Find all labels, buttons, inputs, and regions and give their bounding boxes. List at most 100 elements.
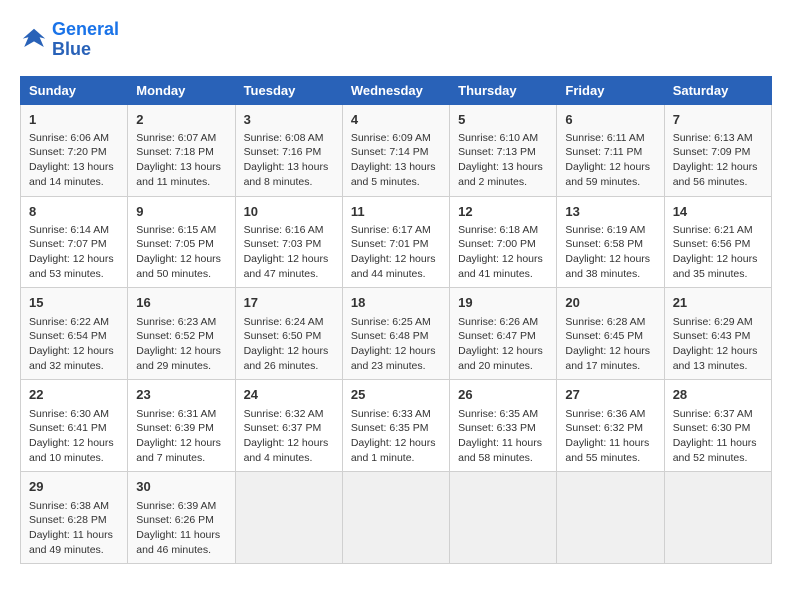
calendar-cell: 10 Sunrise: 6:16 AM Sunset: 7:03 PM Dayli… [235, 196, 342, 288]
day-number: 11 [351, 203, 441, 221]
day-number: 4 [351, 111, 441, 129]
day-number: 12 [458, 203, 548, 221]
day-info: Sunrise: 6:29 AM Sunset: 6:43 PM Dayligh… [673, 315, 763, 374]
column-header-sunday: Sunday [21, 76, 128, 104]
calendar-cell: 26Sunrise: 6:35 AM Sunset: 6:33 PM Dayli… [450, 380, 557, 472]
column-header-wednesday: Wednesday [342, 76, 449, 104]
day-number: 13 [565, 203, 655, 221]
day-info: Sunrise: 6:17 AM Sunset: 7:01 PM Dayligh… [351, 223, 441, 282]
calendar-cell: 16 Sunrise: 6:23 AM Sunset: 6:52 PM Dayli… [128, 288, 235, 380]
day-info: Sunrise: 6:11 AM Sunset: 7:11 PM Dayligh… [565, 131, 655, 190]
day-info: Sunrise: 6:06 AM Sunset: 7:20 PM Dayligh… [29, 131, 119, 190]
day-number: 16 [136, 294, 226, 312]
day-info: Sunrise: 6:07 AM Sunset: 7:18 PM Dayligh… [136, 131, 226, 190]
day-info: Sunrise: 6:39 AM Sunset: 6:26 PM Dayligh… [136, 499, 226, 558]
calendar-cell: 13 Sunrise: 6:19 AM Sunset: 6:58 PM Dayli… [557, 196, 664, 288]
calendar-cell: 24 Sunrise: 6:32 AM Sunset: 6:37 PM Dayli… [235, 380, 342, 472]
calendar-week-row: 8 Sunrise: 6:14 AM Sunset: 7:07 PM Daylig… [21, 196, 772, 288]
day-info: Sunrise: 6:31 AM Sunset: 6:39 PM Dayligh… [136, 407, 226, 466]
calendar-week-row: 29 Sunrise: 6:38 AM Sunset: 6:28 PM Dayli… [21, 472, 772, 564]
day-info: Sunrise: 6:26 AM Sunset: 6:47 PM Dayligh… [458, 315, 548, 374]
day-number: 5 [458, 111, 548, 129]
day-number: 29 [29, 478, 119, 496]
logo-text: General Blue [52, 20, 119, 60]
column-header-thursday: Thursday [450, 76, 557, 104]
column-header-tuesday: Tuesday [235, 76, 342, 104]
day-info: Sunrise: 6:30 AM Sunset: 6:41 PM Dayligh… [29, 407, 119, 466]
calendar-week-row: 1Sunrise: 6:06 AM Sunset: 7:20 PM Daylig… [21, 104, 772, 196]
day-info: Sunrise: 6:18 AM Sunset: 7:00 PM Dayligh… [458, 223, 548, 282]
calendar-cell: 12 Sunrise: 6:18 AM Sunset: 7:00 PM Dayli… [450, 196, 557, 288]
day-info: Sunrise: 6:16 AM Sunset: 7:03 PM Dayligh… [244, 223, 334, 282]
column-header-friday: Friday [557, 76, 664, 104]
calendar-cell [664, 472, 771, 564]
day-number: 2 [136, 111, 226, 129]
day-number: 24 [244, 386, 334, 404]
day-info: Sunrise: 6:24 AM Sunset: 6:50 PM Dayligh… [244, 315, 334, 374]
calendar-cell: 1Sunrise: 6:06 AM Sunset: 7:20 PM Daylig… [21, 104, 128, 196]
day-number: 18 [351, 294, 441, 312]
calendar-cell: 18 Sunrise: 6:25 AM Sunset: 6:48 PM Dayli… [342, 288, 449, 380]
column-header-monday: Monday [128, 76, 235, 104]
logo: General Blue [20, 20, 119, 60]
day-number: 6 [565, 111, 655, 129]
day-info: Sunrise: 6:09 AM Sunset: 7:14 PM Dayligh… [351, 131, 441, 190]
calendar-cell [342, 472, 449, 564]
calendar-cell: 2 Sunrise: 6:07 AM Sunset: 7:18 PM Daylig… [128, 104, 235, 196]
calendar-cell: 5 Sunrise: 6:10 AM Sunset: 7:13 PM Daylig… [450, 104, 557, 196]
day-info: Sunrise: 6:15 AM Sunset: 7:05 PM Dayligh… [136, 223, 226, 282]
day-number: 20 [565, 294, 655, 312]
day-number: 7 [673, 111, 763, 129]
day-info: Sunrise: 6:37 AM Sunset: 6:30 PM Dayligh… [673, 407, 763, 466]
calendar-cell: 3Sunrise: 6:08 AM Sunset: 7:16 PM Daylig… [235, 104, 342, 196]
calendar-cell: 19 Sunrise: 6:26 AM Sunset: 6:47 PM Dayli… [450, 288, 557, 380]
day-number: 30 [136, 478, 226, 496]
page-header: General Blue [20, 20, 772, 60]
day-info: Sunrise: 6:19 AM Sunset: 6:58 PM Dayligh… [565, 223, 655, 282]
calendar-header: SundayMondayTuesdayWednesdayThursdayFrid… [21, 76, 772, 104]
day-info: Sunrise: 6:14 AM Sunset: 7:07 PM Dayligh… [29, 223, 119, 282]
calendar-table: SundayMondayTuesdayWednesdayThursdayFrid… [20, 76, 772, 565]
day-info: Sunrise: 6:21 AM Sunset: 6:56 PM Dayligh… [673, 223, 763, 282]
calendar-cell [450, 472, 557, 564]
calendar-body: 1Sunrise: 6:06 AM Sunset: 7:20 PM Daylig… [21, 104, 772, 564]
day-number: 25 [351, 386, 441, 404]
day-info: Sunrise: 6:23 AM Sunset: 6:52 PM Dayligh… [136, 315, 226, 374]
calendar-cell: 4 Sunrise: 6:09 AM Sunset: 7:14 PM Daylig… [342, 104, 449, 196]
day-number: 9 [136, 203, 226, 221]
day-number: 10 [244, 203, 334, 221]
calendar-cell [557, 472, 664, 564]
day-number: 23 [136, 386, 226, 404]
day-number: 19 [458, 294, 548, 312]
calendar-cell: 14 Sunrise: 6:21 AM Sunset: 6:56 PM Dayli… [664, 196, 771, 288]
calendar-cell: 27Sunrise: 6:36 AM Sunset: 6:32 PM Dayli… [557, 380, 664, 472]
day-info: Sunrise: 6:38 AM Sunset: 6:28 PM Dayligh… [29, 499, 119, 558]
calendar-cell: 21 Sunrise: 6:29 AM Sunset: 6:43 PM Dayli… [664, 288, 771, 380]
day-number: 27 [565, 386, 655, 404]
calendar-cell: 30 Sunrise: 6:39 AM Sunset: 6:26 PM Dayli… [128, 472, 235, 564]
day-number: 21 [673, 294, 763, 312]
calendar-cell: 17 Sunrise: 6:24 AM Sunset: 6:50 PM Dayli… [235, 288, 342, 380]
calendar-cell: 29 Sunrise: 6:38 AM Sunset: 6:28 PM Dayli… [21, 472, 128, 564]
day-info: Sunrise: 6:32 AM Sunset: 6:37 PM Dayligh… [244, 407, 334, 466]
calendar-week-row: 15 Sunrise: 6:22 AM Sunset: 6:54 PM Dayli… [21, 288, 772, 380]
day-number: 28 [673, 386, 763, 404]
calendar-cell: 11 Sunrise: 6:17 AM Sunset: 7:01 PM Dayli… [342, 196, 449, 288]
day-number: 8 [29, 203, 119, 221]
calendar-cell: 22Sunrise: 6:30 AM Sunset: 6:41 PM Dayli… [21, 380, 128, 472]
day-number: 26 [458, 386, 548, 404]
day-info: Sunrise: 6:22 AM Sunset: 6:54 PM Dayligh… [29, 315, 119, 374]
day-info: Sunrise: 6:25 AM Sunset: 6:48 PM Dayligh… [351, 315, 441, 374]
calendar-cell: 28 Sunrise: 6:37 AM Sunset: 6:30 PM Dayli… [664, 380, 771, 472]
day-info: Sunrise: 6:13 AM Sunset: 7:09 PM Dayligh… [673, 131, 763, 190]
day-info: Sunrise: 6:33 AM Sunset: 6:35 PM Dayligh… [351, 407, 441, 466]
calendar-cell: 23 Sunrise: 6:31 AM Sunset: 6:39 PM Dayli… [128, 380, 235, 472]
calendar-cell: 6 Sunrise: 6:11 AM Sunset: 7:11 PM Daylig… [557, 104, 664, 196]
day-info: Sunrise: 6:10 AM Sunset: 7:13 PM Dayligh… [458, 131, 548, 190]
day-number: 17 [244, 294, 334, 312]
day-number: 14 [673, 203, 763, 221]
day-number: 15 [29, 294, 119, 312]
calendar-cell [235, 472, 342, 564]
calendar-week-row: 22Sunrise: 6:30 AM Sunset: 6:41 PM Dayli… [21, 380, 772, 472]
calendar-cell: 8 Sunrise: 6:14 AM Sunset: 7:07 PM Daylig… [21, 196, 128, 288]
